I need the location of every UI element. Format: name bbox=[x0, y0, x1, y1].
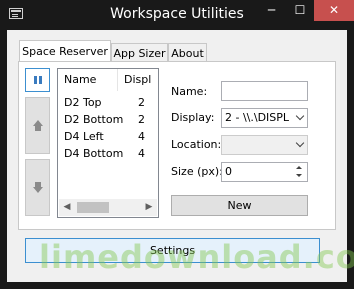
new-button[interactable]: New bbox=[171, 195, 308, 216]
stepper-buttons bbox=[292, 164, 306, 180]
tab-app-sizer[interactable]: App Sizer bbox=[111, 43, 168, 62]
minimize-button[interactable]: ─ bbox=[257, 0, 286, 21]
display-select[interactable]: 2 - \\.\DISPL bbox=[221, 108, 308, 128]
scroll-left-icon[interactable]: ◀ bbox=[59, 199, 75, 216]
location-label: Location: bbox=[171, 138, 222, 151]
list-item-name: D2 Bottom bbox=[64, 113, 124, 126]
size-label: Size (px): bbox=[171, 165, 223, 178]
size-stepper[interactable]: 0 bbox=[221, 162, 308, 182]
name-label: Name: bbox=[171, 85, 208, 98]
pause-button[interactable] bbox=[25, 68, 50, 92]
settings-button[interactable]: Settings bbox=[25, 238, 320, 263]
list-item-name: D4 Left bbox=[64, 130, 104, 143]
chevron-down-icon bbox=[295, 111, 305, 121]
arrow-up-icon bbox=[33, 120, 43, 132]
maximize-button[interactable]: ☐ bbox=[287, 0, 313, 21]
stepper-up-icon[interactable] bbox=[292, 164, 306, 172]
display-select-value: 2 - \\.\DISPL bbox=[225, 111, 290, 124]
reservations-list[interactable]: Name Displ D2 Top 2 D2 Bottom 2 D4 Left … bbox=[57, 68, 159, 218]
list-item[interactable]: D4 Bottom 4 bbox=[58, 146, 158, 161]
list-item-name: D2 Top bbox=[64, 96, 102, 109]
list-item-display: 4 bbox=[138, 130, 145, 143]
move-down-button[interactable] bbox=[25, 159, 50, 216]
list-item-name: D4 Bottom bbox=[64, 147, 124, 160]
title-bar: Workspace Utilities ─ ☐ ✕ bbox=[0, 0, 354, 30]
size-value: 0 bbox=[225, 165, 232, 178]
location-select[interactable] bbox=[221, 135, 308, 155]
list-header: Name Displ bbox=[58, 69, 158, 91]
app-window: Workspace Utilities ─ ☐ ✕ Space Reserver… bbox=[0, 0, 354, 289]
close-button[interactable]: ✕ bbox=[314, 0, 354, 21]
list-item[interactable]: D2 Bottom 2 bbox=[58, 112, 158, 127]
horizontal-scrollbar[interactable]: ◀ ▶ bbox=[59, 199, 157, 216]
tab-space-reserver[interactable]: Space Reserver bbox=[19, 40, 111, 62]
list-item-display: 4 bbox=[138, 147, 145, 160]
list-item[interactable]: D4 Left 4 bbox=[58, 129, 158, 144]
pause-icon bbox=[34, 76, 42, 84]
stepper-down-icon[interactable] bbox=[292, 172, 306, 180]
scroll-right-icon[interactable]: ▶ bbox=[141, 199, 157, 216]
chevron-down-icon bbox=[295, 138, 305, 148]
move-up-button[interactable] bbox=[25, 97, 50, 154]
tab-about[interactable]: About bbox=[168, 43, 207, 62]
arrow-down-icon bbox=[33, 182, 43, 194]
column-header-name[interactable]: Name bbox=[58, 69, 118, 91]
name-input[interactable] bbox=[221, 81, 308, 101]
scroll-thumb[interactable] bbox=[77, 202, 109, 213]
column-header-display[interactable]: Displ bbox=[118, 69, 158, 91]
client-area: Space Reserver App Sizer About Name Disp… bbox=[7, 30, 354, 282]
list-item-display: 2 bbox=[138, 113, 145, 126]
list-item-display: 2 bbox=[138, 96, 145, 109]
display-label: Display: bbox=[171, 111, 215, 124]
list-item[interactable]: D2 Top 2 bbox=[58, 95, 158, 110]
